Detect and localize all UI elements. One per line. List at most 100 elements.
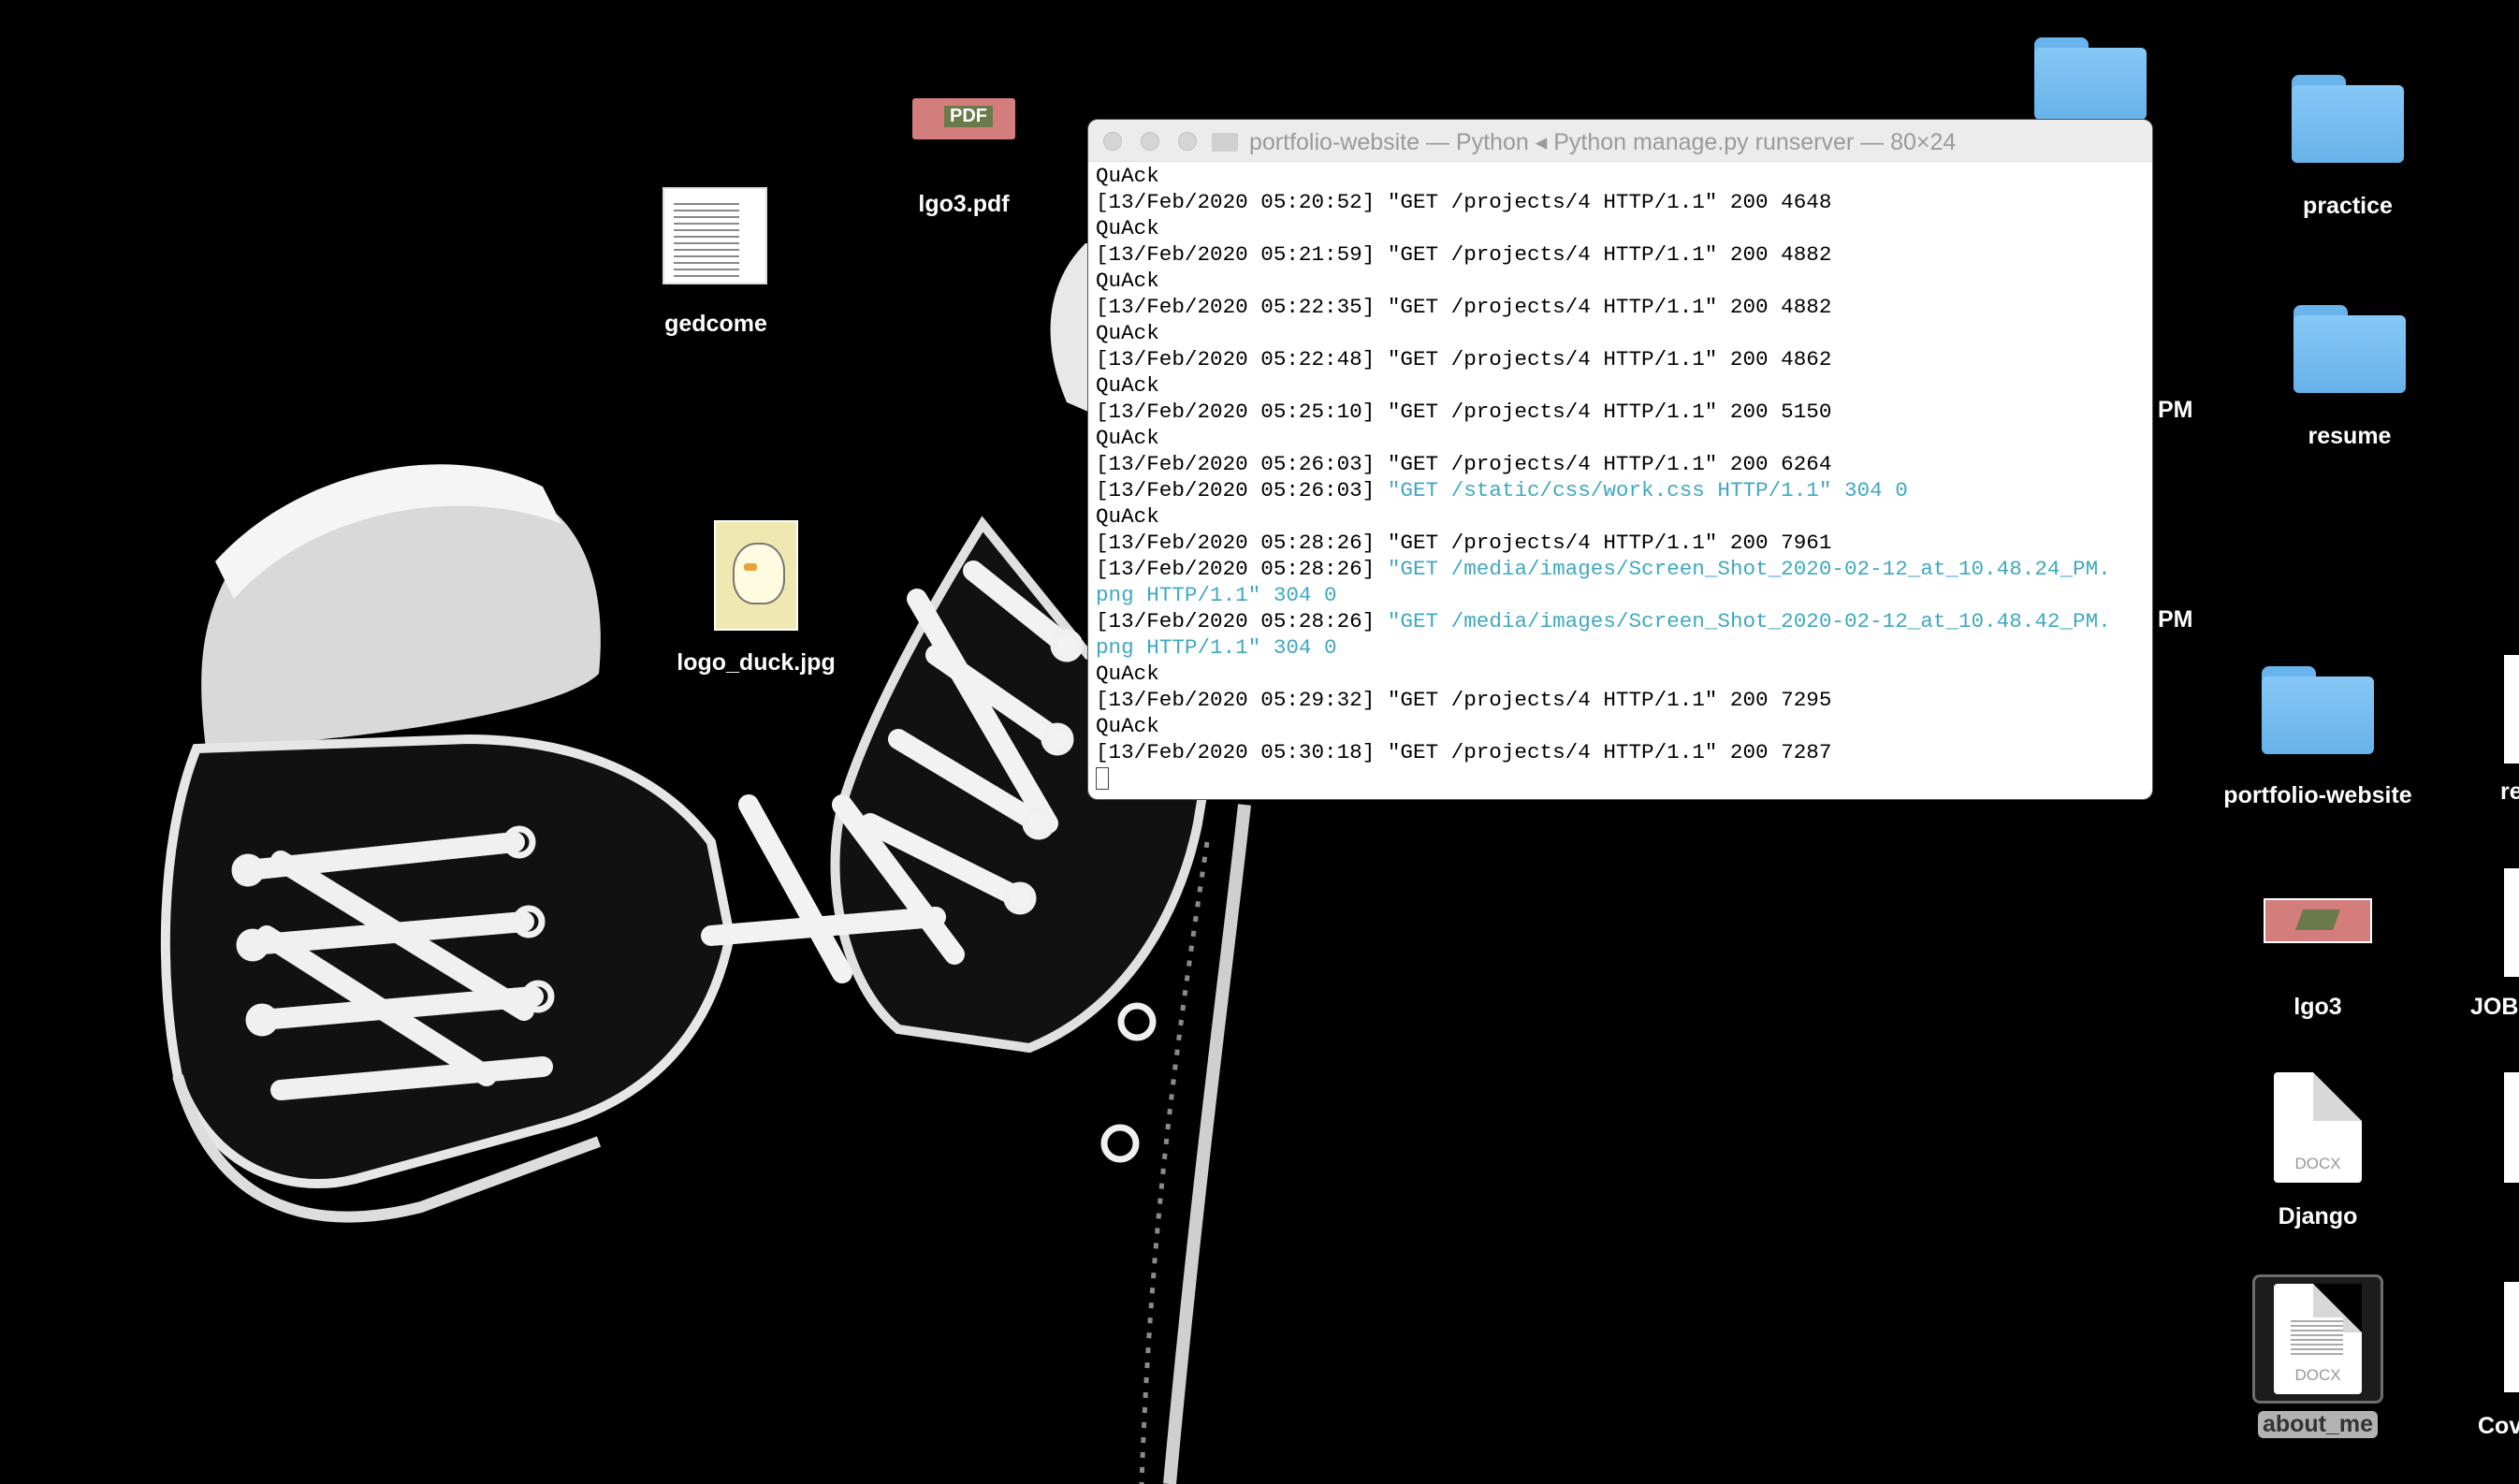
duck-beak-icon [744,563,757,571]
terminal-line: [13/Feb/2020 05:26:03] "GET /projects/4 … [1096,451,2152,477]
folder-icon [2293,305,2406,393]
file-thumbnail [2504,655,2519,764]
clipped-label-pm: PM [2158,606,2193,633]
log-text-highlight: png HTTP/1.1" 304 0 [1096,635,1337,660]
terminal-output[interactable]: QuAck [13/Feb/2020 05:20:52] "GET /projec… [1096,163,2152,799]
terminal-line: QuAck [1096,163,2152,189]
pdf-badge: PDF [944,106,993,127]
log-text: [13/Feb/2020 05:26:03] "GET /projects/4 … [1096,452,1832,476]
desktop-icon-partial-re[interactable]: re [2500,655,2519,823]
desktop-icon-gedcome[interactable]: gedcome [660,185,772,344]
desktop-icon-logo-duck[interactable]: logo_duck.jpg [677,520,836,679]
terminal-line: QuAck [1096,425,2152,451]
text-lines-icon [674,198,739,277]
log-text: QuAck [1096,321,1159,345]
terminal-line: [13/Feb/2020 05:28:26] "GET /projects/4 … [1096,530,2152,556]
icon-label: re [2500,778,2519,805]
minimize-window-button[interactable] [1141,132,1159,151]
icon-label: resume [2308,423,2392,449]
terminal-line: [13/Feb/2020 05:26:03] "GET /static/css/… [1096,477,2152,503]
log-text: QuAck [1096,504,1159,529]
clipped-label-pm: PM [2158,397,2193,423]
log-text: QuAck [1096,426,1159,450]
duck-icon [733,543,785,604]
terminal-line: png HTTP/1.1" 304 0 [1096,582,2152,608]
terminal-line: [13/Feb/2020 05:25:10] "GET /projects/4 … [1096,399,2152,425]
log-text: QuAck [1096,216,1159,240]
terminal-line: [13/Feb/2020 05:28:26] "GET /media/image… [1096,608,2152,634]
log-text: QuAck [1096,714,1159,738]
desktop-icon-practice[interactable]: practice [2290,75,2406,225]
pdf-thumbnail: PDF [912,98,1015,139]
close-window-button[interactable] [1103,132,1122,151]
terminal-line: QuAck [1096,713,2152,739]
terminal-line: [13/Feb/2020 05:21:59] "GET /projects/4 … [1096,241,2152,268]
terminal-line: QuAck [1096,320,2152,346]
icon-label: lgo3.pdf [918,191,1010,217]
terminal-line: QuAck [1096,503,2152,530]
desktop-icon-partial-folder[interactable] [2031,37,2150,122]
text-cursor [1096,767,1109,791]
desktop-icon-lgo3[interactable]: lgo3 [2260,896,2376,1027]
log-text: [13/Feb/2020 05:21:59] "GET /projects/4 … [1096,242,1832,267]
image-thumbnail [2264,898,2372,943]
terminal-line: QuAck [1096,215,2152,241]
zoom-window-button[interactable] [1178,132,1197,151]
log-text: [13/Feb/2020 05:25:10] "GET /projects/4 … [1096,400,1832,424]
desktop-icon-django[interactable]: DOCX Django [2260,1072,2376,1231]
log-text: [13/Feb/2020 05:30:18] "GET /projects/4 … [1096,740,1832,764]
docx-file-icon: DOCX [2274,1284,2362,1394]
terminal-line: [13/Feb/2020 05:29:32] "GET /projects/4 … [1096,687,2152,713]
duck-image-thumbnail [714,520,798,631]
log-text: QuAck [1096,164,1159,188]
log-text: [13/Feb/2020 05:22:48] "GET /projects/4 … [1096,347,1832,371]
terminal-prompt-line[interactable] [1096,765,2152,792]
log-text: [13/Feb/2020 05:28:26] "GET /projects/4 … [1096,531,1832,555]
terminal-window[interactable]: portfolio-website — Python ◂ Python mana… [1088,120,2152,799]
terminal-title-bar[interactable]: portfolio-website — Python ◂ Python mana… [1088,120,2152,162]
terminal-line: QuAck [1096,268,2152,294]
terminal-line: [13/Feb/2020 05:22:35] "GET /projects/4 … [1096,294,2152,320]
log-text: QuAck [1096,373,1159,398]
terminal-line: [13/Feb/2020 05:22:48] "GET /projects/4 … [1096,346,2152,372]
log-text-highlight: png HTTP/1.1" 304 0 [1096,583,1337,607]
desktop-icon-resume[interactable]: resume [2292,305,2408,455]
icon-label-selected: about_me [2258,1411,2378,1438]
icon-label: gedcome [664,311,767,337]
terminal-line: [13/Feb/2020 05:20:52] "GET /projects/4 … [1096,189,2152,215]
file-thumbnail [2504,1072,2519,1183]
desktop-icon-partial-job[interactable]: JOB [2470,861,2519,1029]
file-thumbnail [2504,868,2519,977]
docx-file-icon: DOCX [2274,1072,2362,1183]
icon-label: practice [2303,193,2393,219]
terminal-line: [13/Feb/2020 05:28:26] "GET /media/image… [1096,556,2152,582]
log-text-highlight: "GET /media/images/Screen_Shot_2020-02-1… [1387,609,2111,633]
log-text: QuAck [1096,662,1159,686]
icon-label: portfolio-website [2223,782,2412,808]
log-text: QuAck [1096,269,1159,293]
log-timestamp: [13/Feb/2020 05:28:26] [1096,557,1388,581]
desktop-icon-portfolio-website[interactable]: portfolio-website [2223,666,2412,816]
log-text-highlight: "GET /static/css/work.css HTTP/1.1" 304 … [1387,478,1908,502]
docx-extension: DOCX [2294,1366,2341,1384]
desktop-icon-lgo3-pdf[interactable]: PDF lgo3.pdf [908,94,1020,217]
desktop-icon-partial-blank[interactable] [2500,1072,2519,1185]
log-text-highlight: "GET /media/images/Screen_Shot_2020-02-1… [1387,557,2111,581]
log-timestamp: [13/Feb/2020 05:28:26] [1096,609,1388,633]
icon-label: Django [2278,1203,2358,1229]
terminal-line: png HTTP/1.1" 304 0 [1096,634,2152,661]
terminal-line: QuAck [1096,372,2152,399]
icon-label: lgo3 [2293,994,2342,1020]
desktop-icon-partial-cov[interactable]: Cov [2478,1282,2519,1450]
terminal-title: portfolio-website — Python ◂ Python mana… [1249,129,1957,155]
terminal-line: [13/Feb/2020 05:30:18] "GET /projects/4 … [1096,739,2152,765]
desktop-icon-about-me[interactable]: DOCX about_me [2250,1273,2385,1447]
folder-icon [2034,37,2147,120]
log-text: [13/Feb/2020 05:20:52] "GET /projects/4 … [1096,190,1832,214]
folder-icon [2292,75,2404,163]
log-text: [13/Feb/2020 05:29:32] "GET /projects/4 … [1096,688,1832,712]
text-file-thumbnail [663,187,767,284]
icon-label: logo_duck.jpg [677,649,836,676]
icon-label: JOB [2470,994,2519,1020]
terminal-line: QuAck [1096,661,2152,687]
